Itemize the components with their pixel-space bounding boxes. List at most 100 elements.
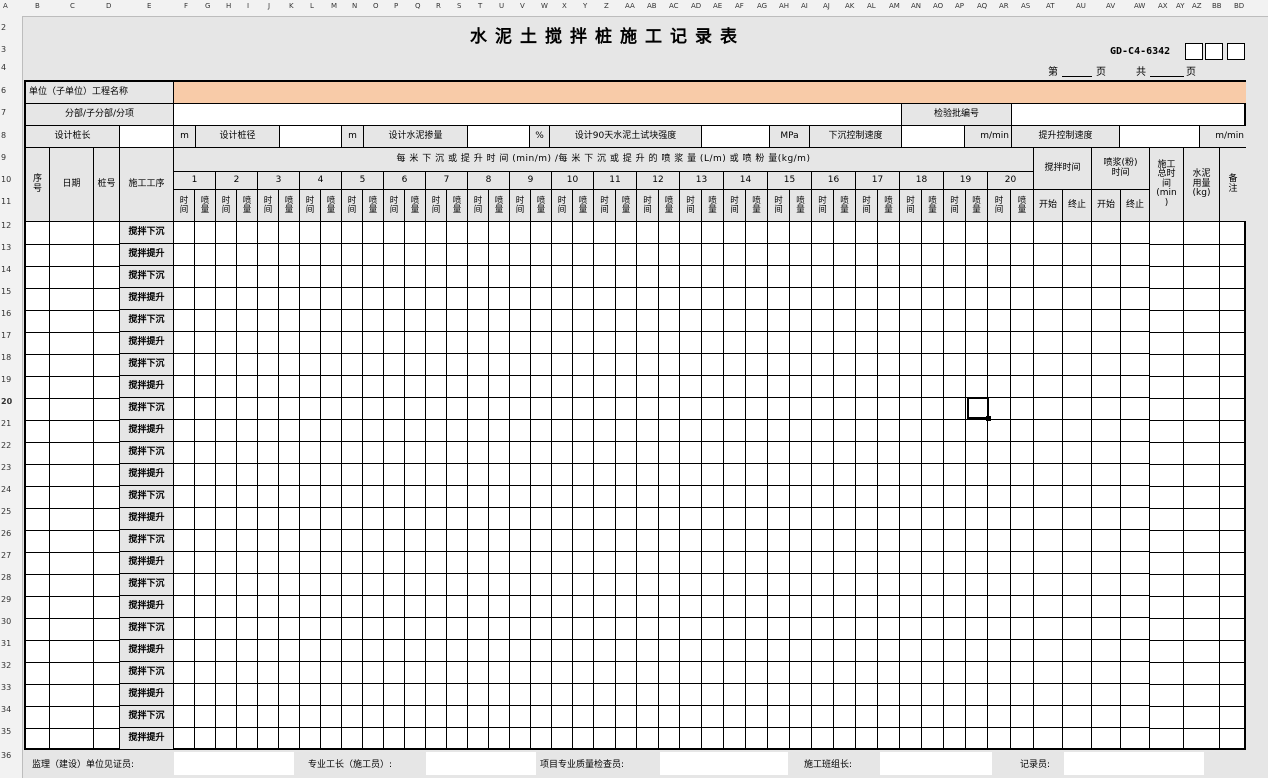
row-header-label[interactable]: 17 [0,331,21,340]
column-header-label[interactable]: AK [845,2,854,10]
column-header-label[interactable]: AT [1046,2,1055,10]
column-header-label[interactable]: AY [1176,2,1185,10]
column-header-label[interactable]: AC [669,2,679,10]
row-header-label[interactable]: 33 [0,683,21,692]
column-header-label[interactable]: BD [1234,2,1244,10]
column-header-label[interactable]: AW [1134,2,1145,10]
column-header-label[interactable]: L [310,2,314,10]
project-name-value[interactable] [174,82,1246,104]
column-header-label[interactable]: Y [583,2,587,10]
column-header-label[interactable]: Q [415,2,421,10]
column-header-label[interactable]: AB [647,2,657,10]
row-header-label[interactable]: 2 [0,23,21,32]
column-header-label[interactable]: AG [757,2,767,10]
design-length-value[interactable] [120,126,174,148]
row-header-label[interactable]: 9 [0,153,21,162]
column-header-label[interactable]: M [331,2,337,10]
column-header-label[interactable]: AE [713,2,722,10]
row-header-label[interactable]: 3 [0,45,21,54]
column-header-label[interactable]: X [562,2,567,10]
row-header-label[interactable]: 8 [0,131,21,140]
row-header-label[interactable]: 35 [0,727,21,736]
row-header-label[interactable]: 20 [0,397,21,406]
column-header-label[interactable]: H [226,2,231,10]
row-header-label[interactable]: 24 [0,485,21,494]
row-header-label[interactable]: 15 [0,287,21,296]
column-header-label[interactable]: W [541,2,548,10]
column-header-label[interactable]: AF [735,2,744,10]
row-header-label[interactable]: 25 [0,507,21,516]
row-header-label[interactable]: 29 [0,595,21,604]
row-header-label[interactable]: 19 [0,375,21,384]
row-header-label[interactable]: 7 [0,108,21,117]
code-box[interactable] [1205,43,1223,60]
column-header-label[interactable]: O [373,2,379,10]
column-header-label[interactable]: AR [999,2,1009,10]
column-header-label[interactable]: AD [691,2,701,10]
row-header-label[interactable]: 10 [0,175,21,184]
code-box[interactable] [1185,43,1203,60]
recorder-cell[interactable] [1064,752,1204,775]
column-header-label[interactable]: J [268,2,270,10]
row-header-label[interactable]: 27 [0,551,21,560]
column-header-label[interactable]: AP [955,2,964,10]
data-entry-grid[interactable] [174,222,1150,748]
column-header-label[interactable]: U [499,2,504,10]
column-header-label[interactable]: AI [801,2,808,10]
row-header-label[interactable]: 36 [0,751,21,760]
column-header-label[interactable]: AV [1106,2,1115,10]
column-header-label[interactable]: N [352,2,357,10]
column-header-label[interactable]: AL [867,2,876,10]
column-header-label[interactable]: AZ [1192,2,1202,10]
row-header-label[interactable]: 12 [0,221,21,230]
column-header-label[interactable]: G [205,2,210,10]
row-header-label[interactable]: 23 [0,463,21,472]
column-header-label[interactable]: AA [625,2,635,10]
cement-ratio-value[interactable] [468,126,530,148]
row-header-label[interactable]: 16 [0,309,21,318]
column-header-label[interactable]: AN [911,2,921,10]
batch-number-value[interactable] [1012,104,1246,126]
column-header-label[interactable]: R [436,2,441,10]
column-header-label[interactable]: P [394,2,398,10]
code-box[interactable] [1227,43,1245,60]
row-header-label[interactable]: 32 [0,661,21,670]
row-header-label[interactable]: 14 [0,265,21,274]
column-header-label[interactable]: AU [1076,2,1086,10]
row-header-label[interactable]: 34 [0,705,21,714]
down-speed-value[interactable] [902,126,965,148]
row-header-label[interactable]: 26 [0,529,21,538]
column-header-label[interactable]: BB [1212,2,1222,10]
column-header-label[interactable]: K [289,2,294,10]
row-header-label[interactable]: 18 [0,353,21,362]
row-header-label[interactable]: 22 [0,441,21,450]
column-header-label[interactable]: AH [779,2,789,10]
row-header-label[interactable]: 21 [0,419,21,428]
column-header-label[interactable]: D [106,2,111,10]
column-header-label[interactable]: AQ [977,2,987,10]
column-header-label[interactable]: E [147,2,151,10]
column-header-label[interactable]: AM [889,2,900,10]
up-speed-value[interactable] [1120,126,1200,148]
row-header-label[interactable]: 30 [0,617,21,626]
subproject-value[interactable] [174,104,902,126]
column-header-label[interactable]: F [184,2,188,10]
column-header-label[interactable]: I [247,2,249,10]
team-leader-cell[interactable] [880,752,992,775]
row-header-label[interactable]: 31 [0,639,21,648]
row-header-label[interactable]: 4 [0,63,21,72]
row-header-label[interactable]: 13 [0,243,21,252]
row-header-label[interactable]: 11 [0,197,21,206]
column-header-label[interactable]: A [3,2,8,10]
row-header-label[interactable]: 28 [0,573,21,582]
supervisor-cell[interactable] [174,752,294,775]
design-diameter-value[interactable] [280,126,342,148]
column-header-label[interactable]: B [35,2,40,10]
fill-handle[interactable] [986,416,991,421]
column-header-label[interactable]: T [478,2,482,10]
column-header-label[interactable]: C [70,2,75,10]
column-header-label[interactable]: Z [604,2,609,10]
column-header-label[interactable]: AJ [823,2,830,10]
column-header-label[interactable]: AO [933,2,943,10]
column-header-label[interactable]: V [520,2,525,10]
